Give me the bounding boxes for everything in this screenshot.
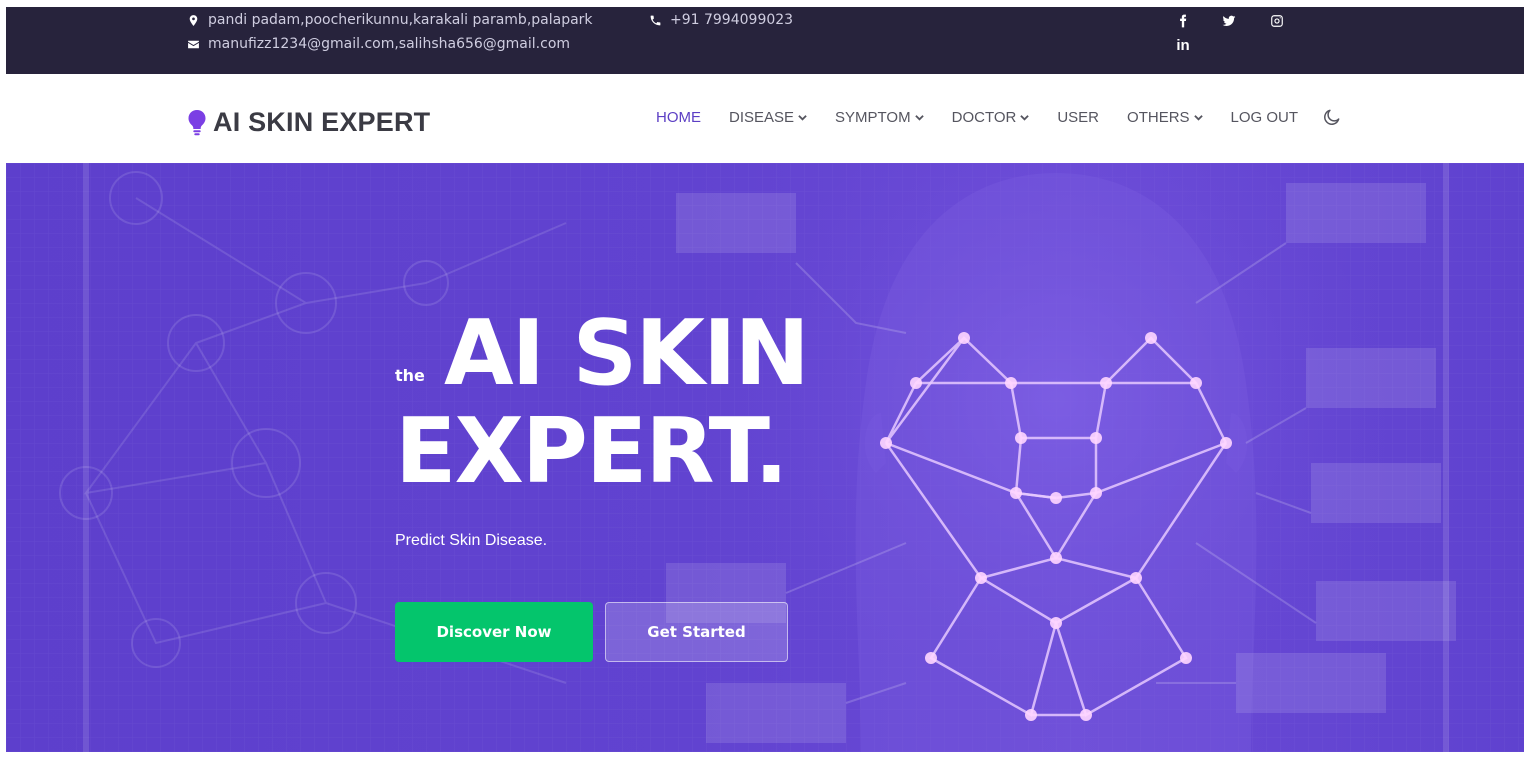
email-info: manufizz1234@gmail.com,salihsha656@gmail… [187, 36, 570, 52]
email-text: manufizz1234@gmail.com,salihsha656@gmail… [208, 36, 571, 52]
envelope-icon [188, 40, 199, 48]
linkedin-icon[interactable]: in [1175, 37, 1191, 54]
nav-item-label: USER [1057, 108, 1100, 126]
phone-icon [650, 15, 661, 25]
discover-now-button[interactable]: Discover Now [395, 602, 593, 662]
address-info: pandi padam,poocherikunnu,karakali param… [187, 12, 593, 28]
nav-item-label: DOCTOR [951, 108, 1017, 126]
brand-logo[interactable]: AI SKIN EXPERT [187, 107, 430, 138]
hero-subtitle: Predict Skin Disease. [395, 532, 548, 549]
top-contact-bar: pandi padam,poocherikunnu,karakali param… [6, 7, 1524, 74]
nav-item-user[interactable]: USER [1057, 109, 1099, 126]
twitter-icon[interactable] [1221, 13, 1237, 29]
hero-title-line2: EXPERT. [395, 399, 788, 504]
nav-item-label: OTHERS [1127, 108, 1190, 126]
phone-info: +91 7994099023 [649, 12, 793, 28]
nav-item-label: HOME [656, 108, 701, 126]
brand-name: AI SKIN EXPERT [213, 107, 431, 137]
hero-section: the AI SKIN EXPERT. Predict Skin Disease… [6, 163, 1524, 752]
main-nav: HOME DISEASE SYMPTOM DOCTOR USER OTHERS [656, 107, 1342, 127]
nav-item-doctor[interactable]: DOCTOR [952, 109, 1030, 126]
instagram-icon[interactable] [1269, 13, 1285, 29]
phone-text: +91 7994099023 [670, 12, 794, 28]
facebook-icon[interactable] [1175, 13, 1191, 29]
nav-item-symptom[interactable]: SYMPTOM [835, 109, 924, 126]
get-started-button[interactable]: Get Started [605, 602, 788, 662]
lightbulb-icon [188, 109, 206, 135]
moon-icon[interactable] [1322, 107, 1342, 127]
chevron-down-icon [914, 114, 924, 121]
page-frame: pandi padam,poocherikunnu,karakali param… [6, 7, 1524, 752]
nav-item-label: LOG OUT [1230, 108, 1299, 126]
map-marker-icon [189, 14, 198, 26]
hero-prefix: the [395, 366, 425, 385]
chevron-down-icon [1020, 114, 1030, 121]
nav-item-disease[interactable]: DISEASE [729, 109, 807, 126]
address-text: pandi padam,poocherikunnu,karakali param… [208, 12, 593, 28]
nav-item-label: DISEASE [729, 108, 795, 126]
nav-item-others[interactable]: OTHERS [1127, 109, 1203, 126]
chevron-down-icon [1193, 114, 1203, 121]
nav-item-home[interactable]: HOME [656, 109, 701, 126]
chevron-down-icon [798, 114, 807, 121]
nav-item-label: SYMPTOM [835, 108, 911, 126]
hero-title-line1: AI SKIN [444, 301, 810, 406]
main-header: AI SKIN EXPERT HOME DISEASE SYMPTOM DOCT… [6, 74, 1524, 163]
nav-item-logout[interactable]: LOG OUT [1231, 109, 1299, 126]
